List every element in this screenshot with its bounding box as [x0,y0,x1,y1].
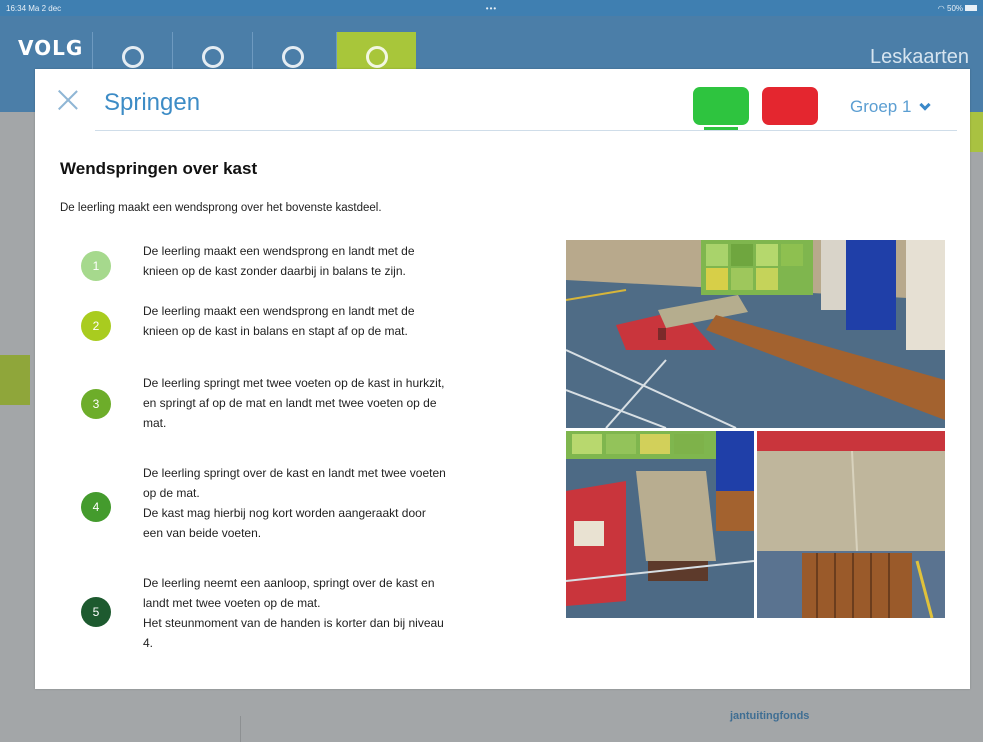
level-item-4: 4 De leerling springt over de kast en la… [81,466,446,540]
gym-icon [365,46,388,68]
group-icon [121,46,144,68]
status-time: 16:34 Ma 2 dec [6,3,62,13]
level-badge: 3 [81,389,111,419]
green-button[interactable] [693,87,749,125]
student-icon [281,46,304,68]
red-button[interactable] [762,87,818,125]
photo-kast-side [566,431,754,618]
group-selector-label: Groep 1 [850,97,912,116]
background-divider [240,716,241,742]
close-icon[interactable] [57,89,79,111]
level-badge: 5 [81,597,111,627]
photo-setup-overview [566,240,945,428]
status-dots: ••• [485,3,498,13]
level-text: De leerling maakt een wendsprong en land… [143,304,415,338]
level-item-1: 1 De leerling maakt een wendsprong en la… [81,244,415,281]
background-accent [0,355,30,405]
leskaart-modal: Springen Groep 1 Wendspringen over kast … [35,69,970,689]
app-logo: VOLG [18,36,84,60]
chevron-down-icon [919,98,932,111]
modal-title: Springen [104,89,201,116]
group-selector[interactable]: Groep 1 [850,97,932,117]
level-item-5: 5 De leerling neemt een aanloop, springt… [81,576,444,650]
level-text: De leerling neemt een aanloop, springt o… [143,576,444,650]
level-text: De leerling springt met twee voeten op d… [143,376,445,430]
battery-icon [965,5,978,12]
status-bar: 16:34 Ma 2 dec ••• ◠ 50% [0,0,983,16]
header-divider [95,130,957,131]
wifi-icon: ◠ [937,3,947,13]
exercise-description: De leerling maakt een wendsprong over he… [60,202,382,214]
level-badge: 1 [81,251,111,281]
exercise-title: Wendspringen over kast [60,159,258,178]
footer-brand: jantuitingfonds [730,710,810,722]
level-item-2: 2 De leerling maakt een wendsprong en la… [81,304,415,341]
status-battery: ◠ 50% [653,3,978,13]
level-text: De leerling springt over de kast en land… [143,466,446,540]
level-item-3: 3 De leerling springt met twee voeten op… [81,376,445,430]
modal-header: Springen Groep 1 [35,69,970,131]
photo-kast-closeup [757,431,945,618]
level-badge: 2 [81,311,111,341]
level-badge: 4 [81,492,111,522]
students-icon [201,46,224,68]
app-title: Leskaarten [870,46,969,68]
exercise-photos [566,240,945,618]
level-text: De leerling maakt een wendsprong en land… [143,244,415,278]
